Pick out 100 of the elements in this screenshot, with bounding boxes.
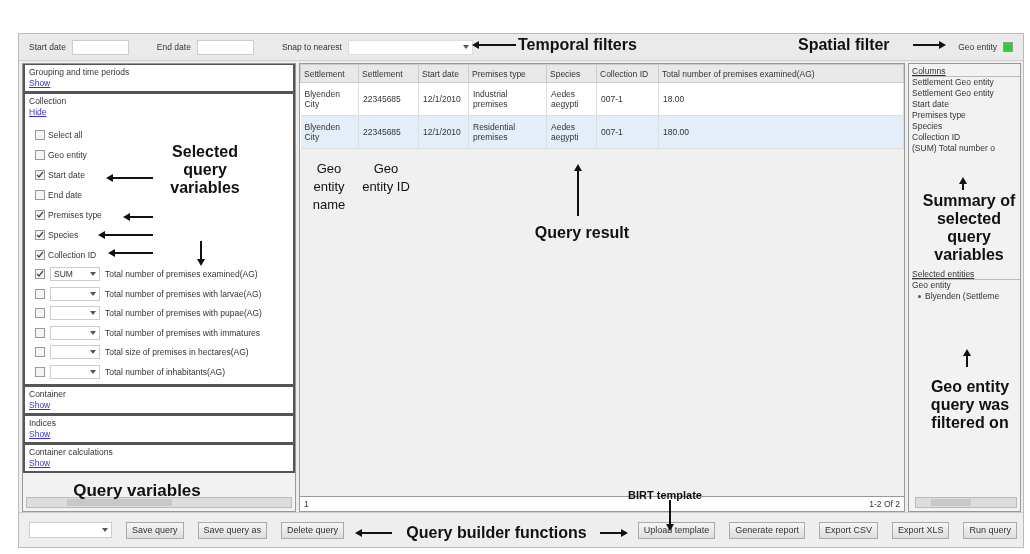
checkbox[interactable] xyxy=(35,149,45,160)
variable-label: Start date xyxy=(48,169,85,180)
toggle-link[interactable]: Hide xyxy=(29,107,47,117)
checkbox[interactable] xyxy=(35,189,45,200)
snap-label: Snap to nearest xyxy=(281,42,342,52)
aggregate-dropdown[interactable] xyxy=(50,306,100,321)
toggle-link[interactable]: Show xyxy=(29,78,51,88)
annotation-label: Geo entity name xyxy=(311,160,347,214)
annotation-label: Query builder functions xyxy=(405,524,588,542)
annotation-arrow xyxy=(108,249,154,257)
report-button[interactable]: Upload template xyxy=(637,521,716,539)
column-name: (SUM) Total number o xyxy=(912,143,996,154)
horizontal-scrollbar[interactable] xyxy=(915,497,1017,508)
annotation-label: Query result xyxy=(533,224,631,242)
section-title: Indices xyxy=(29,418,57,428)
section-title: Grouping and time periods xyxy=(29,67,131,77)
measure-label: Total size of premises in hectares(AG) xyxy=(105,347,249,358)
caret-icon xyxy=(90,330,96,335)
variable-label: Collection ID xyxy=(48,249,97,260)
aggregate-dropdown[interactable] xyxy=(50,286,100,301)
toggle-link[interactable]: Show xyxy=(29,400,51,410)
column-name: Premises type xyxy=(912,110,967,121)
annotation-label: Temporal filters xyxy=(518,36,638,54)
annotation-label: Spatial filter xyxy=(798,36,891,54)
column-name: Species xyxy=(912,121,944,132)
column-header[interactable]: Species xyxy=(546,64,597,83)
caret-icon xyxy=(462,45,469,49)
aggregate-dropdown[interactable] xyxy=(50,325,100,340)
query-button[interactable]: Delete query xyxy=(281,521,345,539)
query-button[interactable]: Save query as xyxy=(197,521,268,539)
table-cell: 22345685 xyxy=(358,82,419,116)
table-cell: Residential premises xyxy=(468,115,547,149)
report-button[interactable]: Export CSV xyxy=(818,521,878,539)
report-button[interactable]: Run query xyxy=(963,521,1017,539)
measure-label: Total number of premises with pupae(AG) xyxy=(105,308,262,319)
caret-icon xyxy=(90,272,96,277)
toggle-link[interactable]: Show xyxy=(29,458,51,468)
query-dropdown[interactable] xyxy=(29,522,112,538)
checkbox[interactable] xyxy=(35,169,45,180)
caret-icon xyxy=(90,291,96,296)
table-cell: 12/1/2010 xyxy=(418,115,469,149)
table-cell: Aedes aegypti xyxy=(546,82,597,116)
aggregate-dropdown[interactable]: SUM xyxy=(50,267,100,282)
annotation-label: Summary of selected query variables xyxy=(921,192,1017,264)
annotation-label: Selected query variables xyxy=(169,143,241,197)
annotation-arrow xyxy=(959,177,967,191)
table-cell: 180.00 xyxy=(658,115,904,149)
annotation-arrow xyxy=(197,240,205,266)
start-date-field[interactable] xyxy=(71,39,129,55)
annotation-arrow xyxy=(599,529,628,537)
entity-name: Blyenden (Settleme xyxy=(925,291,1000,301)
report-button[interactable]: Export XLS xyxy=(891,521,950,539)
annotation-arrow xyxy=(472,41,517,49)
annotation-arrow xyxy=(123,213,154,221)
page-number: 1 xyxy=(304,499,309,509)
column-header[interactable]: Total number of premises examined(AG) xyxy=(658,64,904,83)
checkbox[interactable] xyxy=(35,249,45,260)
checkbox[interactable] xyxy=(35,366,45,377)
caret-icon xyxy=(90,311,96,316)
table-cell: Industrial premises xyxy=(468,82,547,116)
section-title: Collection xyxy=(29,96,68,106)
spatial-filter-label: Geo entity xyxy=(958,42,997,52)
caret-icon xyxy=(90,369,96,374)
column-header[interactable]: Premises type xyxy=(468,64,547,83)
annotation-label: Query variables xyxy=(72,482,202,500)
aggregate-dropdown[interactable] xyxy=(50,345,100,360)
section-title: Container xyxy=(29,389,67,399)
column-header[interactable]: Settlement xyxy=(300,64,359,83)
measure-label: Total number of premises with immatures xyxy=(105,327,260,338)
columns-heading: Columns xyxy=(912,66,1020,77)
bullet-icon xyxy=(918,294,921,298)
checkbox[interactable] xyxy=(35,129,45,140)
annotation-arrow xyxy=(98,231,154,239)
checkbox[interactable] xyxy=(35,209,45,220)
checkbox[interactable] xyxy=(35,308,45,319)
variable-label: Premises type xyxy=(48,209,102,220)
column-header[interactable]: Settlement xyxy=(358,64,419,83)
aggregate-dropdown[interactable] xyxy=(50,364,100,379)
column-header[interactable]: Start date xyxy=(418,64,469,83)
query-button[interactable]: Save query xyxy=(126,521,184,539)
toggle-link[interactable]: Show xyxy=(29,429,51,439)
column-name: Settlement Geo entity xyxy=(912,88,995,99)
table-cell: 007-1 xyxy=(596,82,659,116)
checkbox[interactable] xyxy=(35,269,45,280)
horizontal-scrollbar[interactable] xyxy=(26,497,292,508)
caret-icon xyxy=(90,350,96,355)
report-button[interactable]: Generate report xyxy=(729,521,805,539)
measure-label: Total number of premises with larvae(AG) xyxy=(105,288,262,299)
column-header[interactable]: Collection ID xyxy=(596,64,659,83)
checkbox[interactable] xyxy=(35,327,45,338)
annotation-label: Geo entity ID xyxy=(362,160,410,196)
checkbox[interactable] xyxy=(35,347,45,358)
checkbox[interactable] xyxy=(35,288,45,299)
measure-label: Total number of inhabitants(AG) xyxy=(105,366,225,377)
variable-label: Geo entity xyxy=(48,149,87,160)
table-cell: Blyenden City xyxy=(300,115,359,149)
checkbox[interactable] xyxy=(35,229,45,240)
end-date-field[interactable] xyxy=(196,39,254,55)
row-range: 1-2 Of 2 xyxy=(869,499,900,509)
table-cell: Aedes aegypti xyxy=(546,115,597,149)
